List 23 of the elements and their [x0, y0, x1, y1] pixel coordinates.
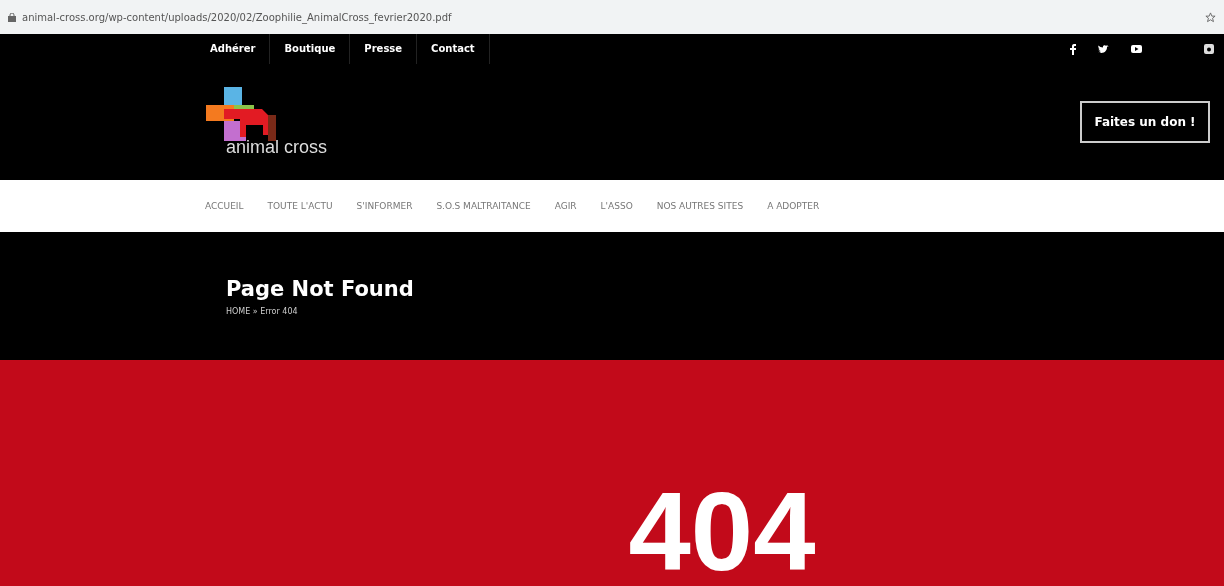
nav-item[interactable]: S.O.S MALTRAITANCE: [425, 201, 542, 211]
breadcrumb: HOME » Error 404: [226, 306, 299, 316]
nav-item[interactable]: L'ASSO: [589, 201, 644, 211]
nav-item[interactable]: S'INFORMER: [345, 201, 424, 211]
logo-text[interactable]: animal cross: [226, 136, 328, 158]
error-code: 404: [628, 476, 816, 586]
camera-icon[interactable]: [1204, 44, 1214, 54]
top-link[interactable]: Presse: [350, 34, 418, 64]
top-link[interactable]: Adhérer: [196, 34, 271, 64]
star-icon[interactable]: [1205, 11, 1216, 23]
lock-icon: [8, 12, 16, 22]
video-icon[interactable]: [1131, 45, 1142, 53]
top-link[interactable]: Boutique: [270, 34, 351, 64]
nav-item[interactable]: TOUTE L'ACTU: [256, 201, 344, 211]
top-link[interactable]: Contact: [417, 34, 490, 64]
facebook-icon[interactable]: [1070, 43, 1076, 55]
twitter-icon[interactable]: [1098, 44, 1109, 54]
nav-item[interactable]: A ADOPTER: [756, 201, 831, 211]
page-title: Page Not Found: [226, 276, 415, 301]
nav-item[interactable]: ACCUEIL: [194, 201, 255, 211]
donate-button[interactable]: Faites un don !: [1080, 101, 1210, 143]
nav-item[interactable]: AGIR: [543, 201, 588, 211]
nav-item[interactable]: NOS AUTRES SITES: [645, 201, 755, 211]
